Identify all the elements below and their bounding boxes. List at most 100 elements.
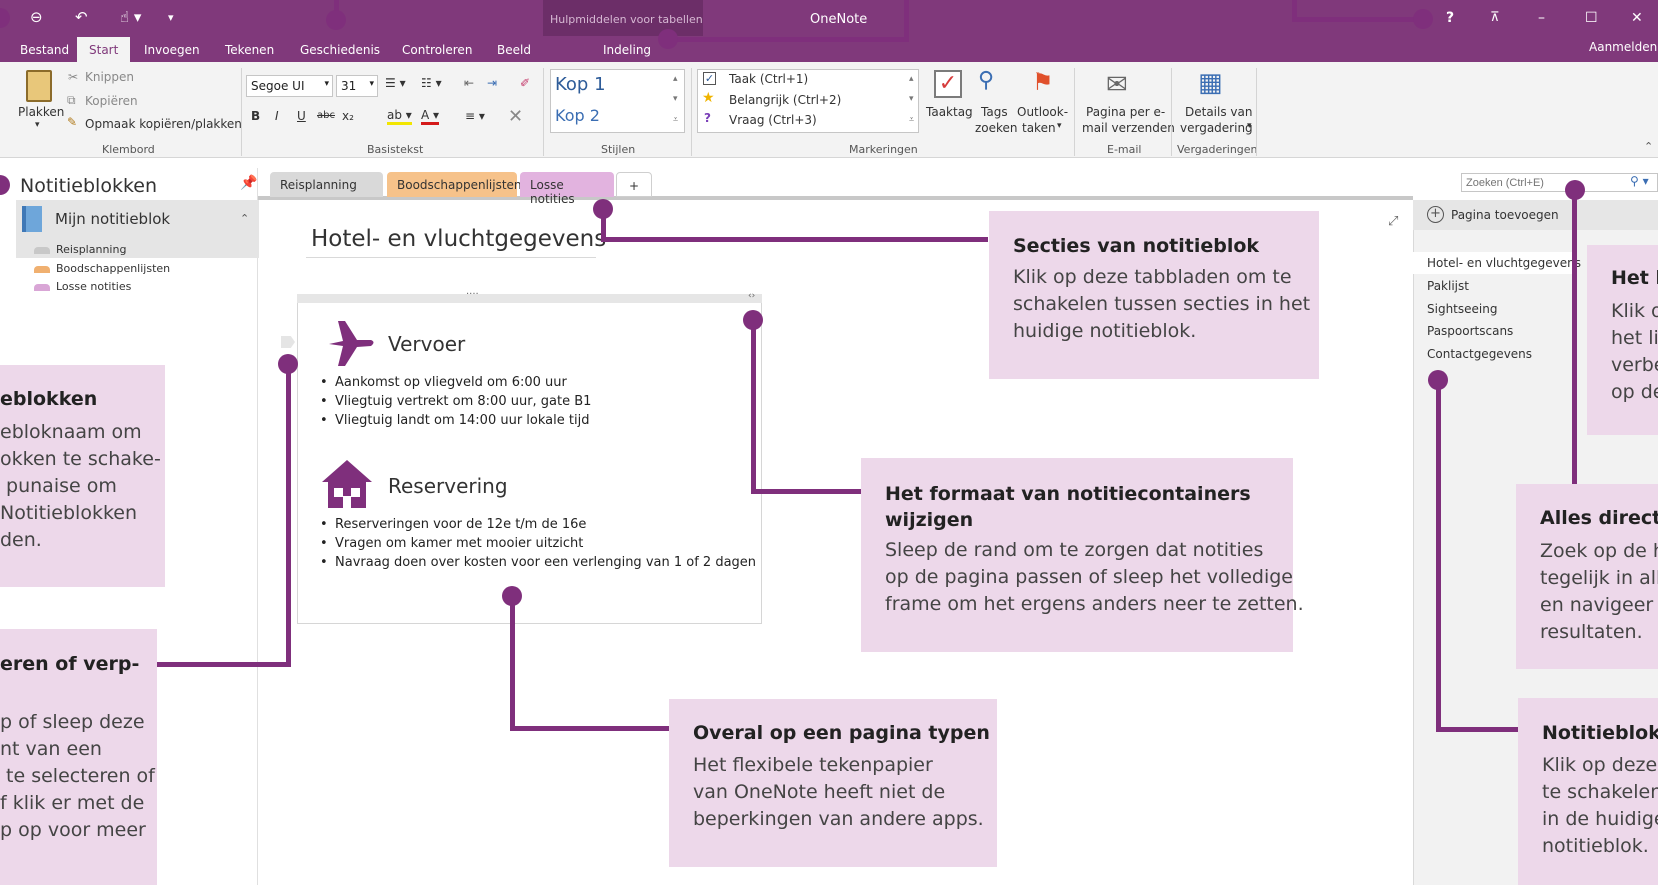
- ribbon-display-icon[interactable]: ⊼: [1490, 10, 1500, 25]
- section-tab-reisplanning[interactable]: Reisplanning: [270, 172, 383, 197]
- help-button[interactable]: ?: [1446, 10, 1454, 26]
- clear-format-icon[interactable]: ✐: [520, 76, 530, 90]
- delete-icon[interactable]: ✕: [508, 106, 523, 127]
- collapse-ribbon-icon[interactable]: ⌃: [1644, 140, 1653, 153]
- page-item-paspoortscans[interactable]: Paspoortscans: [1427, 324, 1513, 338]
- tab-beeld[interactable]: Beeld: [497, 43, 531, 57]
- copy-button[interactable]: Kopiëren: [85, 94, 138, 108]
- paste-button[interactable]: Plakken: [18, 105, 64, 119]
- drag-handle-icon[interactable]: ····: [466, 289, 479, 300]
- close-icon[interactable]: ✕: [1631, 10, 1643, 26]
- meetings-dropdown-icon[interactable]: ▾: [1247, 121, 1252, 131]
- collapse-icon[interactable]: ⌃: [240, 212, 249, 225]
- heading-vervoer[interactable]: Vervoer: [388, 332, 465, 356]
- page-item-contactgegevens[interactable]: Contactgegevens: [1427, 347, 1532, 361]
- font-color-icon[interactable]: A ▾: [421, 108, 440, 125]
- email-page-line2[interactable]: mail verzenden: [1082, 121, 1175, 135]
- tab-geschiedenis[interactable]: Geschiedenis: [300, 43, 380, 57]
- todo-tag-icon[interactable]: ✓: [934, 70, 962, 98]
- font-size-select[interactable]: 31 ▾: [336, 75, 378, 97]
- tab-invoegen[interactable]: Invoegen: [144, 43, 200, 57]
- align-icon[interactable]: ≡ ▾: [465, 109, 485, 123]
- strikethrough-button[interactable]: abc: [317, 110, 335, 121]
- paste-dropdown-icon[interactable]: ▾: [35, 120, 40, 130]
- list-item[interactable]: Navraag doen over kosten voor een verlen…: [335, 555, 756, 574]
- find-tags-line2[interactable]: zoeken: [975, 121, 1018, 135]
- notebooks-header[interactable]: Notitieblokken: [20, 175, 157, 197]
- paragraph-handle-icon[interactable]: [281, 336, 295, 348]
- outlook-tasks-line1[interactable]: Outlook-: [1017, 105, 1068, 119]
- page-title[interactable]: Hotel- en vluchtgegevens: [311, 226, 606, 252]
- section-tab-losse-notities[interactable]: Losse notities: [520, 172, 614, 206]
- search-icon[interactable]: ⚲ ▾: [1630, 174, 1649, 188]
- tag-todo[interactable]: Taak (Ctrl+1): [729, 72, 808, 86]
- page-item-hotel[interactable]: Hotel- en vluchtgegevens: [1427, 256, 1581, 270]
- add-page-label[interactable]: Pagina toevoegen: [1451, 208, 1559, 222]
- list-item[interactable]: Vliegtuig landt om 14:00 uur lokale tijd: [335, 413, 591, 432]
- tab-tekenen[interactable]: Tekenen: [225, 43, 274, 57]
- tab-indeling[interactable]: Indeling: [603, 43, 651, 57]
- touch-mode-icon[interactable]: ☝ ▾: [120, 8, 141, 26]
- heading-reservering[interactable]: Reservering: [388, 474, 508, 498]
- tag-question[interactable]: Vraag (Ctrl+3): [729, 113, 817, 127]
- meeting-details-line1[interactable]: Details van: [1185, 105, 1252, 119]
- outlook-dropdown-icon[interactable]: ▾: [1057, 121, 1062, 131]
- format-painter-button[interactable]: Opmaak kopiëren/plakken: [85, 117, 242, 131]
- indent-icon[interactable]: ⇥: [487, 76, 497, 90]
- tab-controleren[interactable]: Controleren: [402, 43, 472, 57]
- customize-qat-icon[interactable]: ▾: [168, 11, 174, 24]
- style-heading-1[interactable]: Kop 1: [555, 74, 606, 95]
- font-name-select[interactable]: Segoe UI ▾: [246, 75, 333, 97]
- numbered-list-icon[interactable]: ☷ ▾: [421, 76, 442, 90]
- bold-button[interactable]: B: [251, 109, 260, 123]
- section-item-reisplanning[interactable]: Reisplanning: [56, 243, 126, 256]
- section-item-boodschappen[interactable]: Boodschappenlijsten: [56, 262, 170, 275]
- section-tab-boodschappen[interactable]: Boodschappenlijsten: [387, 172, 522, 197]
- highlight-icon[interactable]: ab ▾: [387, 108, 412, 125]
- maximize-icon[interactable]: ☐: [1585, 10, 1598, 26]
- notebook-name[interactable]: Mijn notitieblok: [55, 210, 170, 228]
- resize-handle-icon[interactable]: ‹›: [748, 291, 755, 301]
- cut-button[interactable]: Knippen: [85, 70, 134, 84]
- underline-button[interactable]: U: [297, 109, 306, 123]
- tag-important[interactable]: Belangrijk (Ctrl+2): [729, 93, 841, 107]
- meeting-details-line2[interactable]: vergadering: [1180, 121, 1253, 135]
- outlook-tasks-line2[interactable]: taken: [1022, 121, 1056, 135]
- gallery-up-icon[interactable]: ▴: [673, 74, 678, 84]
- gallery-more-icon[interactable]: ⩡: [673, 115, 678, 125]
- page-item-sightseeing[interactable]: Sightseeing: [1427, 302, 1497, 316]
- tags-up-icon[interactable]: ▴: [909, 74, 914, 84]
- list-item[interactable]: Reserveringen voor de 12e t/m de 16e: [335, 517, 756, 536]
- list-item[interactable]: Vragen om kamer met mooier uitzicht: [335, 536, 756, 555]
- style-heading-2[interactable]: Kop 2: [555, 106, 600, 125]
- search-input[interactable]: [1461, 173, 1658, 192]
- add-section-button[interactable]: +: [616, 172, 652, 197]
- list-item[interactable]: Vliegtuig vertrekt om 8:00 uur, gate B1: [335, 394, 591, 413]
- pin-icon[interactable]: 📌: [240, 175, 257, 191]
- paste-icon[interactable]: [26, 70, 52, 102]
- find-tags-line1[interactable]: Tags: [981, 105, 1008, 119]
- bullet-list-icon[interactable]: ☰ ▾: [385, 76, 406, 90]
- list-vervoer[interactable]: Aankomst op vliegveld om 6:00 uur Vliegt…: [335, 375, 591, 432]
- back-icon[interactable]: ⊖: [30, 8, 43, 26]
- note-container-handle[interactable]: [297, 294, 762, 303]
- subscript-button[interactable]: x₂: [342, 109, 354, 123]
- notebook-selected[interactable]: [16, 200, 259, 258]
- list-item[interactable]: Aankomst op vliegveld om 6:00 uur: [335, 375, 591, 394]
- italic-button[interactable]: I: [275, 109, 279, 123]
- tags-down-icon[interactable]: ▾: [909, 94, 914, 104]
- email-page-line1[interactable]: Pagina per e-: [1086, 105, 1165, 119]
- minimize-icon[interactable]: –: [1538, 10, 1545, 26]
- section-item-losse-notities[interactable]: Losse notities: [56, 280, 131, 293]
- sign-in-link[interactable]: Aanmelden: [1589, 40, 1657, 54]
- todo-tag-button[interactable]: Taaktag: [926, 105, 973, 119]
- tags-more-icon[interactable]: ⩡: [909, 115, 914, 125]
- list-reservering[interactable]: Reserveringen voor de 12e t/m de 16e Vra…: [335, 517, 756, 574]
- outdent-icon[interactable]: ⇤: [464, 76, 474, 90]
- tab-start[interactable]: Start: [77, 37, 131, 62]
- expand-icon[interactable]: ⤢: [1388, 214, 1398, 229]
- undo-icon[interactable]: ↶: [75, 8, 88, 26]
- add-page-icon[interactable]: +: [1427, 206, 1444, 223]
- page-item-paklijst[interactable]: Paklijst: [1427, 279, 1469, 293]
- tab-bestand[interactable]: Bestand: [20, 43, 69, 57]
